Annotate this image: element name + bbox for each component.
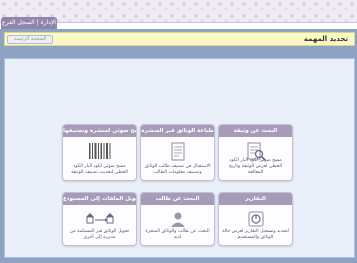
card-title: البحث عن طالب bbox=[141, 193, 214, 205]
card-description: تحويل الوثائق قبر المستلمة من مديرية إلى… bbox=[69, 229, 130, 240]
content-panel: البحث عن وثيقة مسح ضوئي لكود البار الكود… bbox=[4, 58, 355, 258]
card-description: الاستقبال في تصنيف طالب الوثائق وتصنيف م… bbox=[144, 164, 211, 175]
page-title: تحديد المهمة bbox=[303, 35, 348, 43]
card-title: مسح ضوئي لمنشرة وتصنيفها bbox=[63, 125, 136, 137]
barcode-icon bbox=[88, 141, 112, 165]
transfer-icon bbox=[83, 209, 117, 231]
card-reports[interactable]: التقارير لتحديد وتسجيل التقارير لعرض حال… bbox=[218, 192, 293, 246]
card-transfer-files[interactable]: تحويل الملفات إلى المستودع تحويل الوثائق… bbox=[62, 192, 137, 246]
task-title-bar: الصفحة الرئيسة تحديد المهمة bbox=[4, 32, 355, 46]
card-description: مسح ضوئي لكود البار الكود الخطي لتحديث ت… bbox=[71, 164, 128, 175]
card-description: البحث عن طالب والوثائق المنجزة لديه bbox=[145, 229, 210, 240]
card-title: البحث عن وثيقة bbox=[219, 125, 292, 137]
main-frame: الصفحة الرئيسة تحديد المهمة البحث عن وثي… bbox=[0, 29, 357, 263]
card-search-document[interactable]: البحث عن وثيقة مسح ضوئي لكود البار الكود… bbox=[218, 124, 293, 181]
card-search-student[interactable]: البحث عن طالب البحث عن طالب والوثائق الم… bbox=[140, 192, 215, 246]
card-scan-barcode[interactable]: مسح ضوئي لمنشرة وتصنيفها مسح ضوئي لكود ا… bbox=[62, 124, 137, 181]
card-title: تحويل الملفات إلى المستودع bbox=[63, 193, 136, 205]
home-button[interactable]: الصفحة الرئيسة bbox=[7, 35, 53, 44]
card-description: لتحديد وتسجيل التقارير لعرض حالة الوثائق… bbox=[222, 229, 289, 240]
card-description: مسح ضوئي لكود البار الكود الخطي لعرض الو… bbox=[228, 158, 283, 175]
card-title: التقارير bbox=[219, 193, 292, 205]
card-print-document[interactable]: طباعة الوثائق قبر المنشرة الاستقبال في ت… bbox=[140, 124, 215, 181]
tab-active[interactable]: الإدارة | السجل الفرع bbox=[1, 17, 57, 29]
card-title: طباعة الوثائق قبر المنشرة bbox=[141, 125, 214, 137]
